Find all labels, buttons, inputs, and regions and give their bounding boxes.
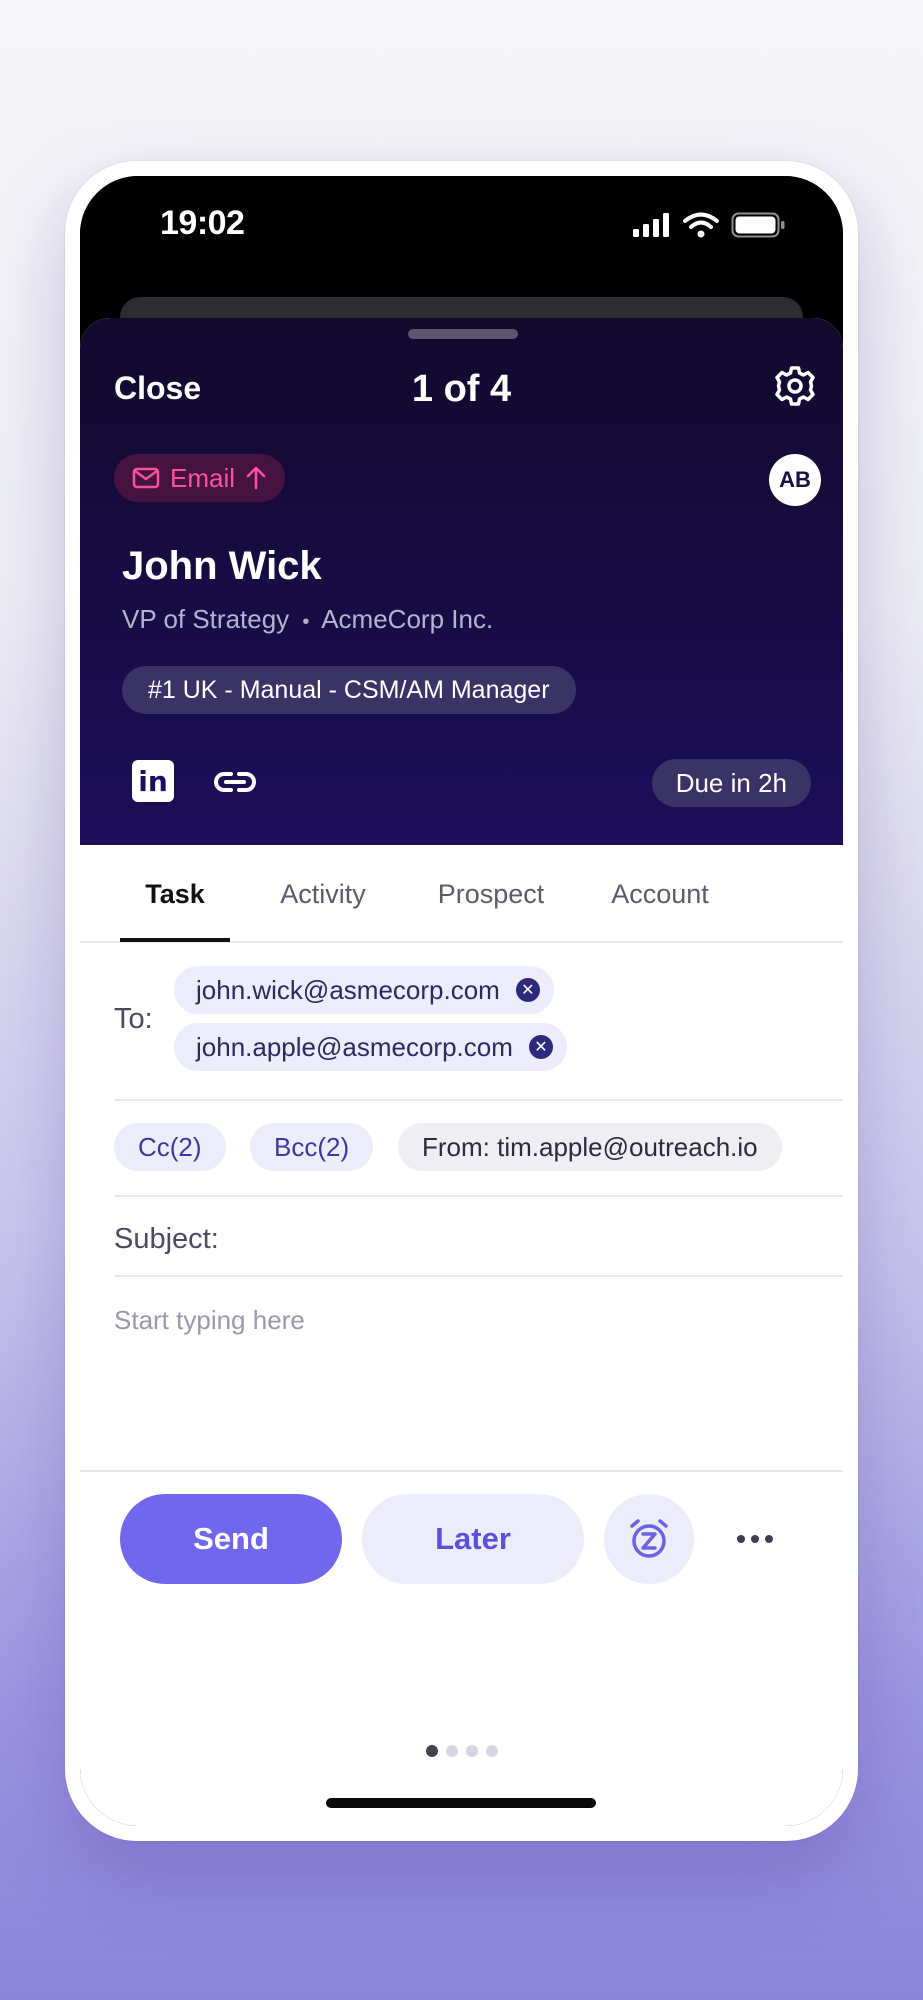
page-indicator <box>80 1745 843 1757</box>
avatar[interactable]: AB <box>769 454 821 506</box>
page-dot <box>445 1745 458 1757</box>
sequence-badge[interactable]: #1 UK - Manual - CSM/AM Manager <box>122 666 576 714</box>
sheet-grabber[interactable] <box>408 329 518 339</box>
gear-icon[interactable] <box>773 364 817 408</box>
recipient-chip[interactable]: john.wick@asmecorp.com ✕ <box>174 966 554 1014</box>
tab-activity[interactable]: Activity <box>258 845 388 943</box>
action-bar: Send Later <box>80 1470 843 1620</box>
divider <box>114 1195 843 1197</box>
more-dot <box>737 1535 745 1543</box>
task-counter: 1 of 4 <box>411 368 512 410</box>
arrow-up-icon <box>246 466 266 490</box>
wifi-icon <box>683 212 719 238</box>
tab-account[interactable]: Account <box>592 845 728 943</box>
role-separator: • <box>302 611 310 633</box>
page-dot-active <box>425 1745 438 1757</box>
page-dot <box>485 1745 498 1757</box>
signal-icon <box>633 213 669 237</box>
send-button[interactable]: Send <box>120 1494 342 1584</box>
tab-task[interactable]: Task <box>120 845 230 943</box>
mail-icon <box>132 467 160 489</box>
prospect-role: VP of Strategy • AcmeCorp Inc. <box>122 604 493 635</box>
status-icons <box>633 212 787 238</box>
subject-label[interactable]: Subject: <box>114 1223 219 1256</box>
remove-recipient-icon[interactable]: ✕ <box>528 1035 553 1059</box>
link-icon[interactable] <box>212 762 258 802</box>
home-indicator[interactable] <box>326 1798 596 1808</box>
status-time: 19:02 <box>160 204 245 242</box>
email-type-label: Email <box>170 462 236 493</box>
from-chip[interactable]: From: tim.apple@outreach.io <box>398 1123 782 1171</box>
battery-icon <box>731 212 785 238</box>
divider <box>114 1099 843 1101</box>
prospect-name: John Wick <box>122 544 322 588</box>
recipient-email: john.wick@asmecorp.com <box>196 974 500 1005</box>
recipient-email: john.apple@asmecorp.com <box>196 1031 513 1062</box>
due-badge: Due in 2h <box>651 759 811 807</box>
prospect-company: AcmeCorp Inc. <box>321 604 494 634</box>
alarm-snooze-icon <box>630 1519 668 1558</box>
later-button[interactable]: Later <box>362 1494 584 1584</box>
cc-chip[interactable]: Cc(2) <box>114 1123 226 1171</box>
more-dot <box>765 1535 773 1543</box>
more-button[interactable] <box>720 1494 790 1584</box>
bcc-chip[interactable]: Bcc(2) <box>250 1123 374 1171</box>
tab-bar: Task Activity Prospect Account <box>80 845 843 943</box>
phone-screen: 19:02 Close 1 of 4 Email AB John Wick VP… <box>80 176 843 1826</box>
divider <box>114 1275 843 1277</box>
active-tab-indicator <box>120 938 230 942</box>
page-dot <box>465 1745 478 1757</box>
to-label: To: <box>114 1003 153 1035</box>
snooze-button[interactable] <box>604 1494 694 1584</box>
recipient-chip[interactable]: john.apple@asmecorp.com ✕ <box>174 1023 567 1071</box>
prospect-title: VP of Strategy <box>122 604 290 634</box>
email-type-chip: Email <box>114 454 286 502</box>
status-bar: 19:02 <box>80 176 843 286</box>
more-dot <box>751 1535 759 1543</box>
linkedin-icon[interactable]: in <box>132 760 174 802</box>
task-sheet: Close 1 of 4 Email AB John Wick VP of St… <box>80 318 843 1826</box>
remove-recipient-icon[interactable]: ✕ <box>515 978 540 1002</box>
tab-prospect[interactable]: Prospect <box>416 845 566 943</box>
prospect-header: Close 1 of 4 Email AB John Wick VP of St… <box>80 318 843 845</box>
